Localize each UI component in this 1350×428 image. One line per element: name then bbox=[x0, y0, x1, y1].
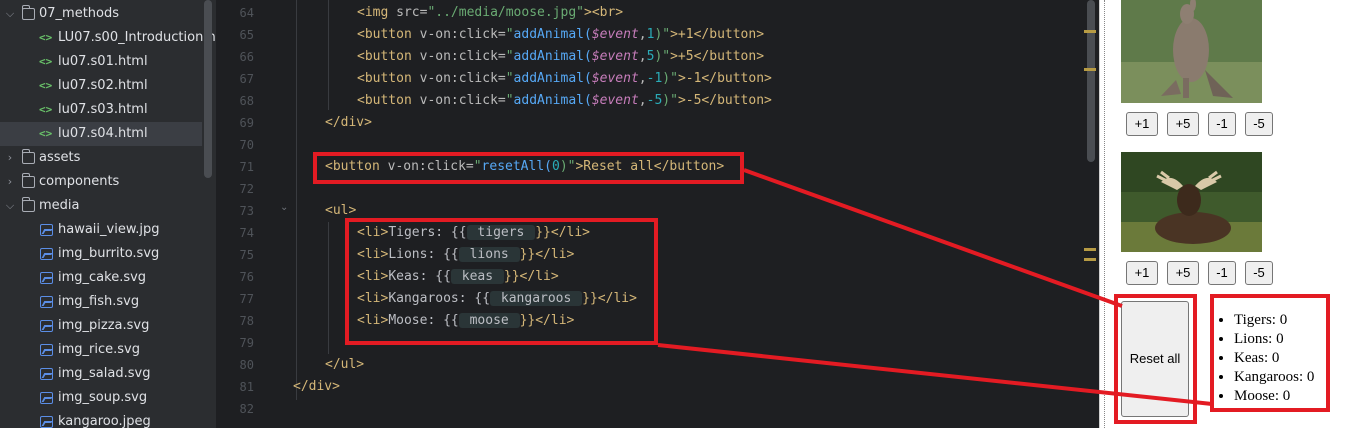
annotation-line-reset bbox=[743, 168, 1123, 308]
screenshot: ⌵ 07_methods <> LU07.s00_Introduction.ht… bbox=[0, 0, 1350, 428]
annotation-line-list bbox=[657, 343, 1213, 406]
annotation-arrows bbox=[657, 168, 1213, 406]
